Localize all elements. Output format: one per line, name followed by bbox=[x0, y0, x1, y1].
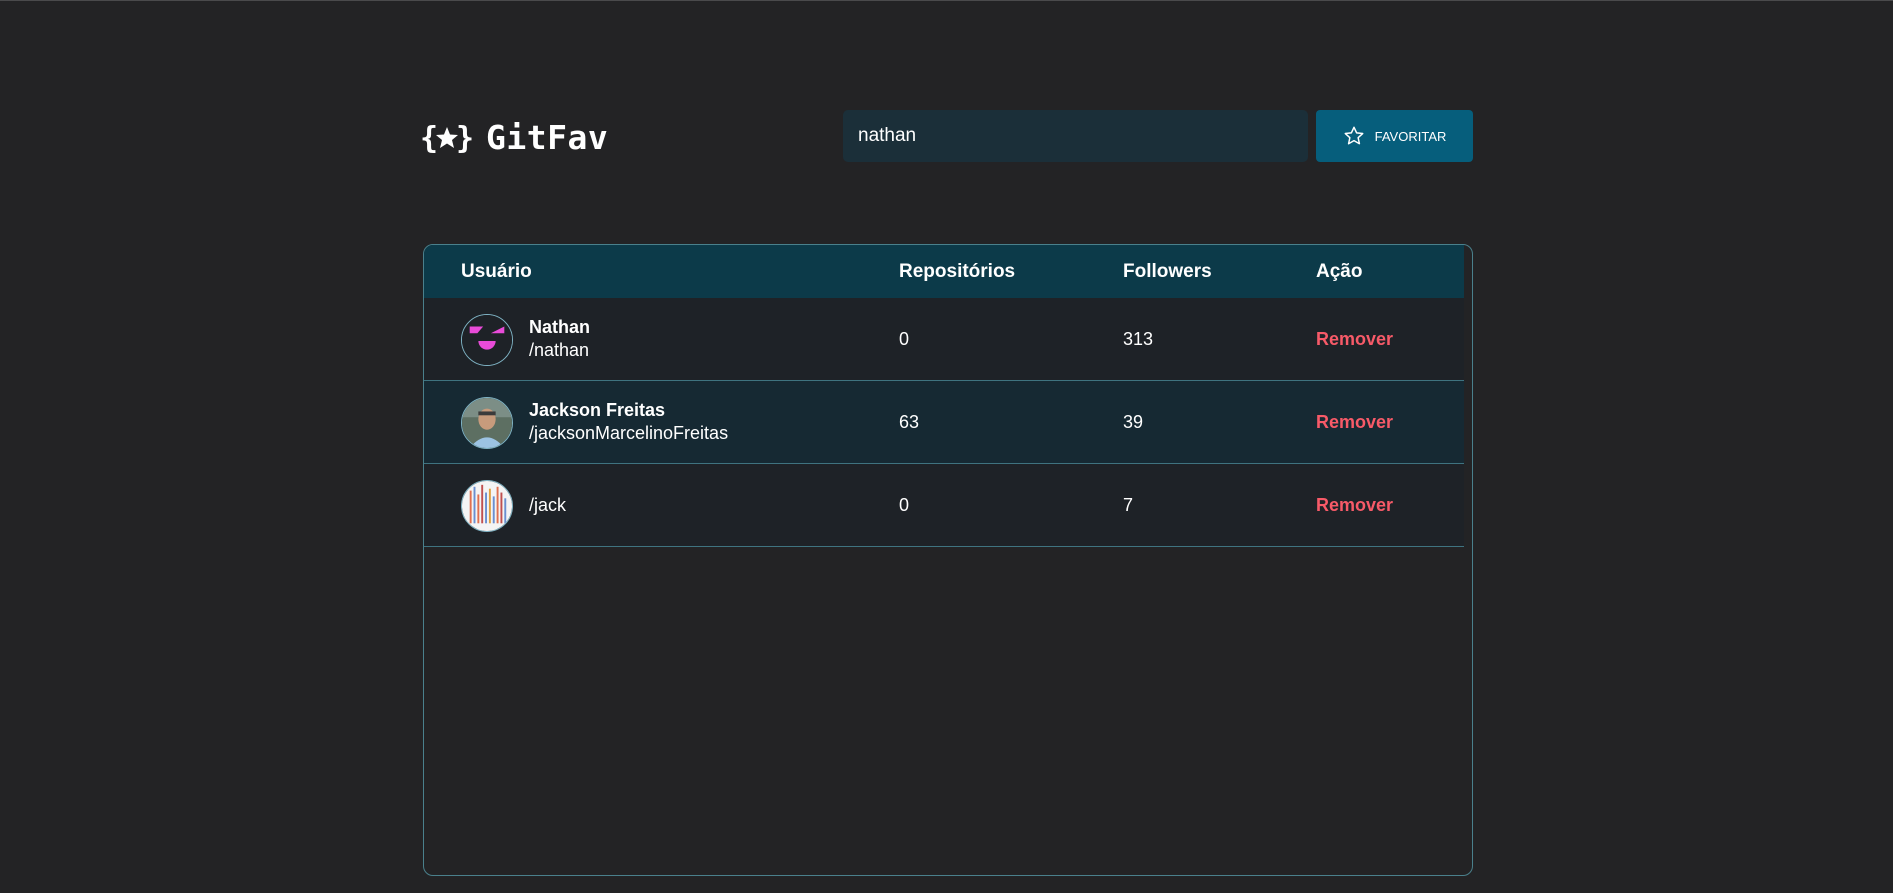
app-title: GitFav bbox=[486, 118, 609, 157]
braces-star-icon: { } bbox=[420, 121, 474, 156]
avatar bbox=[461, 397, 513, 449]
header-repos: Repositórios bbox=[899, 261, 1016, 282]
remove-button[interactable]: Remover bbox=[1316, 464, 1393, 546]
favorites-table: Usuário Repositórios Followers Ação Nath… bbox=[423, 244, 1473, 876]
svg-text:}: } bbox=[456, 121, 474, 156]
followers-count: 39 bbox=[1123, 412, 1144, 432]
header-followers: Followers bbox=[1123, 261, 1212, 282]
remove-button[interactable]: Remover bbox=[1316, 298, 1393, 380]
user-login[interactable]: /jacksonMarcelinoFreitas bbox=[529, 422, 728, 445]
user-name: Nathan bbox=[529, 317, 591, 337]
user-info: Jackson Freitas /jacksonMarcelinoFreitas bbox=[529, 381, 728, 463]
table-header: Usuário Repositórios Followers Ação bbox=[424, 245, 1464, 298]
remove-button[interactable]: Remover bbox=[1316, 381, 1393, 463]
logo: { } GitFav bbox=[420, 118, 608, 157]
favorite-button[interactable]: FAVORITAR bbox=[1316, 110, 1473, 162]
user-login[interactable]: /nathan bbox=[529, 339, 590, 362]
header-action: Ação bbox=[1316, 261, 1363, 282]
table-row: Nathan /nathan 0 313 Remover bbox=[424, 298, 1464, 381]
followers-count: 7 bbox=[1123, 495, 1134, 515]
table-row: Jackson Freitas /jacksonMarcelinoFreitas… bbox=[424, 381, 1464, 464]
avatar bbox=[461, 314, 513, 366]
repos-count: 63 bbox=[899, 412, 920, 432]
header-user: Usuário bbox=[461, 261, 532, 282]
followers-count: 313 bbox=[1123, 329, 1154, 349]
user-info: Nathan /nathan bbox=[529, 298, 590, 380]
user-name: Jackson Freitas bbox=[529, 400, 666, 420]
favorite-button-label: FAVORITAR bbox=[1374, 128, 1447, 144]
avatar bbox=[461, 480, 513, 532]
search-input[interactable] bbox=[843, 110, 1308, 162]
svg-text:{: { bbox=[420, 121, 438, 156]
star-outline-icon bbox=[1344, 126, 1364, 145]
repos-count: 0 bbox=[899, 329, 910, 349]
repos-count: 0 bbox=[899, 495, 910, 515]
user-info: /jack bbox=[529, 464, 566, 546]
user-login[interactable]: /jack bbox=[529, 494, 566, 517]
table-row: /jack 0 7 Remover bbox=[424, 464, 1464, 547]
